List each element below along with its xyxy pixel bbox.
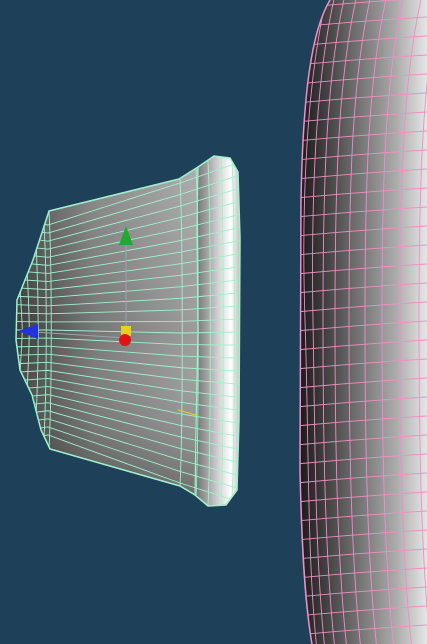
large-capsule-mesh[interactable] bbox=[296, 0, 427, 644]
sphere-handle-icon[interactable] bbox=[119, 334, 131, 346]
3d-viewport[interactable] bbox=[0, 0, 427, 644]
